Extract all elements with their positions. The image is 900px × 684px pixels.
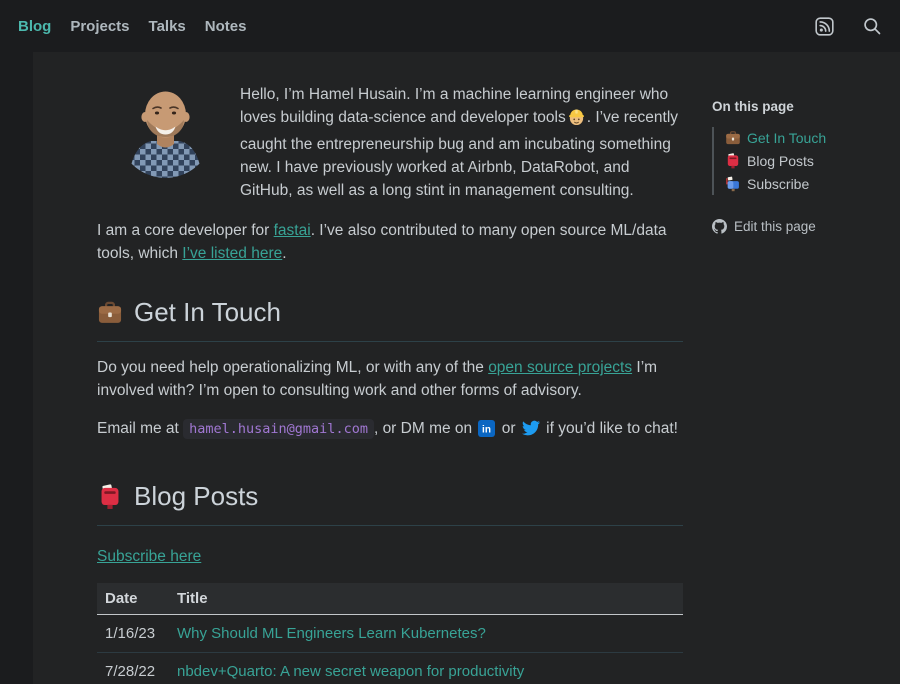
edit-this-page-label: Edit this page (734, 219, 816, 234)
table-row: 7/28/22 nbdev+Quarto: A new secret weapo… (97, 653, 683, 684)
github-icon (712, 219, 727, 234)
nav-item-talks[interactable]: Talks (149, 18, 186, 35)
svg-text:in: in (483, 425, 492, 436)
listed-here-link[interactable]: I’ve listed here (182, 245, 282, 262)
email-paragraph: Email me at hamel.husain@gmail.com, or D… (97, 417, 683, 444)
get-in-touch-heading-text: Get In Touch (134, 297, 281, 328)
email-text-3: or (497, 420, 519, 437)
intro-section: Hello, I’m Hamel Husain. I’m a machine l… (97, 83, 683, 202)
linkedin-icon[interactable]: in (478, 420, 495, 444)
toc-label: Get In Touch (747, 130, 826, 146)
twitter-icon[interactable] (522, 419, 540, 444)
toc-title: On this page (712, 99, 898, 114)
email-text-4: if you’d like to chat! (542, 420, 678, 437)
get-in-touch-heading: Get In Touch (97, 297, 683, 342)
title-column-header: Title (169, 583, 683, 615)
consulting-text-1: Do you need help operationalizing ML, or… (97, 359, 488, 376)
open-source-projects-link[interactable]: open source projects (488, 359, 632, 376)
nav-item-blog[interactable]: Blog (18, 18, 51, 35)
date-column-header: Date (97, 583, 169, 615)
top-navbar: Blog Projects Talks Notes (0, 0, 900, 52)
post-date: 1/16/23 (97, 615, 169, 653)
page-body: Hello, I’m Hamel Husain. I’m a machine l… (0, 52, 900, 684)
blog-posts-heading-text: Blog Posts (134, 481, 258, 512)
intro-paragraph: Hello, I’m Hamel Husain. I’m a machine l… (240, 83, 683, 202)
consulting-paragraph: Do you need help operationalizing ML, or… (97, 356, 683, 402)
table-row: 1/16/23 Why Should ML Engineers Learn Ku… (97, 615, 683, 653)
table-header-row: Date Title (97, 583, 683, 615)
toc-item-get-in-touch[interactable]: Get In Touch (725, 130, 898, 146)
toc-items: Get In Touch Blog Posts Subscribe (712, 127, 898, 195)
briefcase-icon (725, 130, 741, 146)
p2-text-3: . (282, 245, 286, 262)
briefcase-icon (97, 300, 123, 326)
blog-posts-table: Date Title 1/16/23 Why Should ML Enginee… (97, 583, 683, 684)
toc-label: Subscribe (747, 176, 809, 192)
fastai-link[interactable]: fastai (274, 222, 311, 239)
email-address[interactable]: hamel.husain@gmail.com (183, 419, 374, 439)
edit-this-page-link[interactable]: Edit this page (712, 219, 898, 234)
email-text-1: Email me at (97, 420, 183, 437)
post-date: 7/28/22 (97, 653, 169, 684)
toc-label: Blog Posts (747, 153, 814, 169)
subscribe-here-link[interactable]: Subscribe here (97, 548, 201, 565)
nav-item-projects[interactable]: Projects (70, 18, 129, 35)
nav-links: Blog Projects Talks Notes (18, 18, 246, 35)
rss-icon[interactable] (815, 17, 834, 36)
toc-item-subscribe[interactable]: Subscribe (725, 176, 898, 192)
post-title-link[interactable]: Why Should ML Engineers Learn Kubernetes… (177, 625, 486, 642)
on-this-page-sidebar: On this page Get In Touch Blog Posts Sub… (712, 83, 898, 684)
toc-item-blog-posts[interactable]: Blog Posts (725, 153, 898, 169)
core-developer-paragraph: I am a core developer for fastai. I’ve a… (97, 219, 683, 265)
main-content: Hello, I’m Hamel Husain. I’m a machine l… (97, 83, 683, 684)
post-title-link[interactable]: nbdev+Quarto: A new secret weapon for pr… (177, 663, 524, 680)
postbox-icon (97, 484, 123, 510)
left-margin-strip (0, 52, 33, 684)
subscribe-paragraph: Subscribe here (97, 545, 683, 568)
p2-text-1: I am a core developer for (97, 222, 274, 239)
profile-photo (118, 83, 213, 178)
nav-item-notes[interactable]: Notes (205, 18, 247, 35)
postbox-icon (725, 153, 741, 169)
search-icon[interactable] (862, 16, 882, 36)
construction-worker-emoji (567, 107, 586, 133)
blog-posts-heading: Blog Posts (97, 481, 683, 526)
mailbox-icon (725, 176, 741, 192)
email-text-2: , or DM me on (374, 420, 477, 437)
